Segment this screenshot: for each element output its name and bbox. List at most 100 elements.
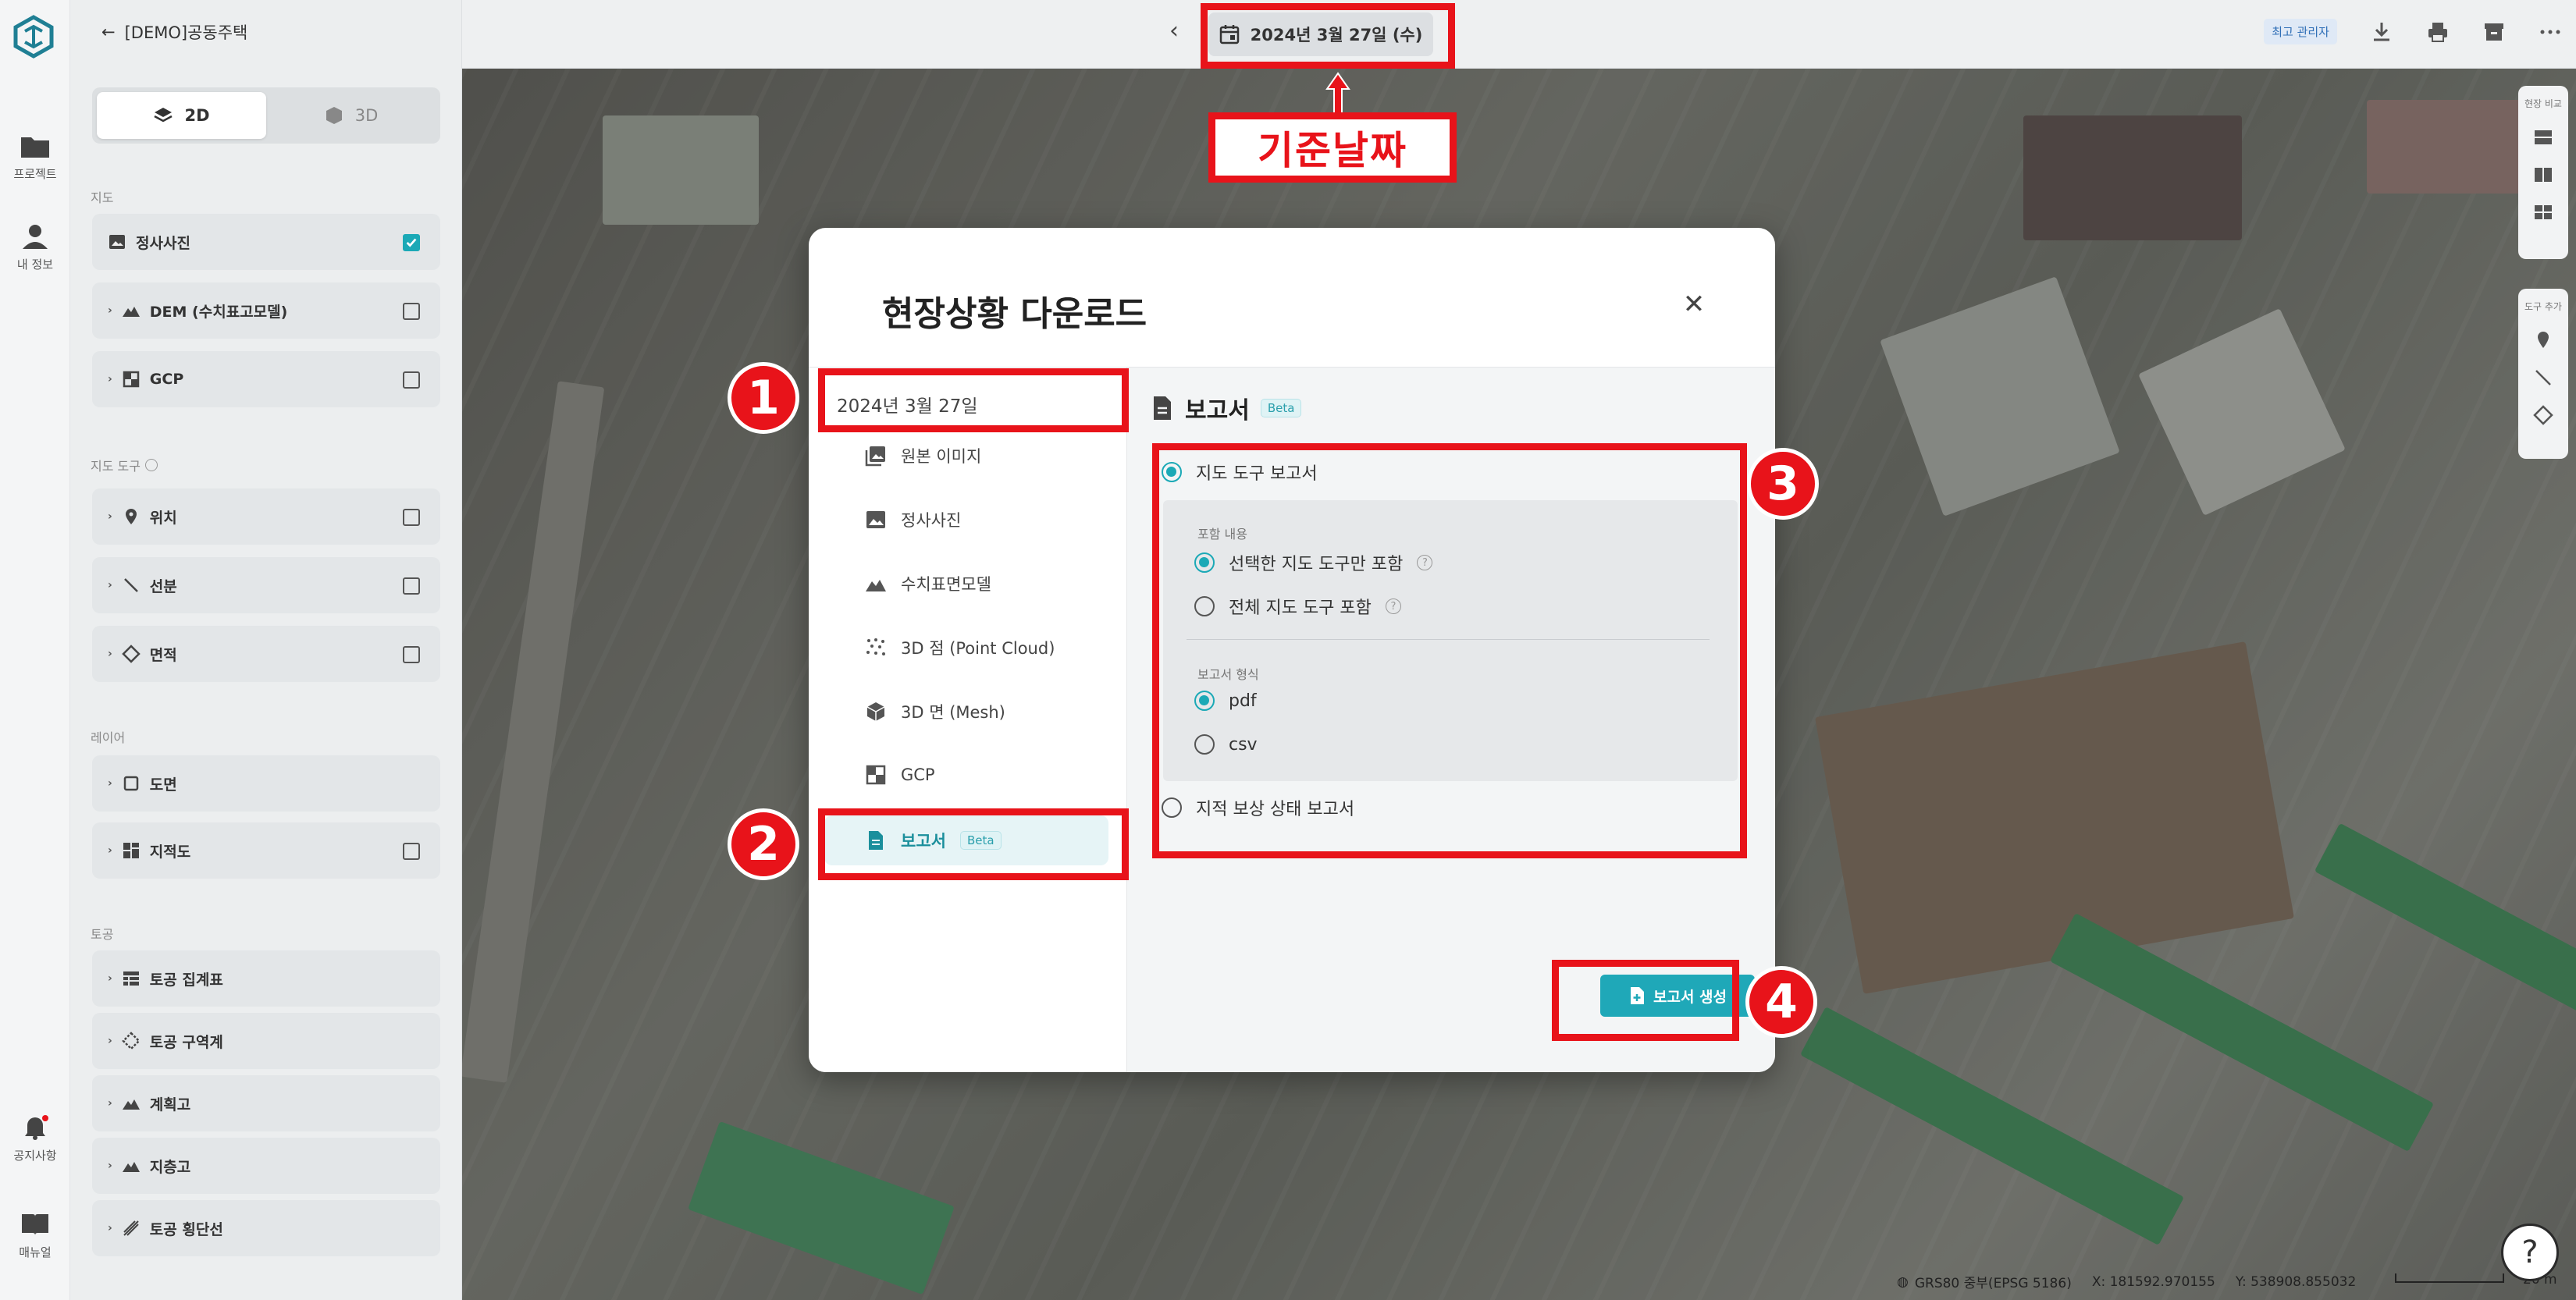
layer-row-ortho[interactable]: 정사사진 [92, 214, 440, 270]
bell-icon [25, 1115, 48, 1140]
zone-icon [122, 1032, 141, 1050]
earth-section-title: 토공 [91, 927, 114, 942]
chevron-left-icon: ‹ [1169, 17, 1179, 44]
tool-checkbox-line[interactable] [403, 577, 420, 595]
menu-item-original-images[interactable]: 원본 이미지 [865, 444, 981, 467]
rail-my-info[interactable]: 내 정보 [0, 223, 70, 272]
pin-icon[interactable] [2533, 330, 2553, 350]
menu-label-point-cloud: 3D 점 (Point Cloud) [901, 639, 1055, 658]
chevron-right-icon[interactable]: › [108, 1035, 112, 1047]
tool-label-area: 면적 [149, 646, 177, 664]
table-icon [123, 971, 139, 986]
chevron-right-icon[interactable]: › [108, 304, 112, 317]
earth-label-plan-height: 계획고 [149, 1096, 191, 1114]
earth-row-summary[interactable]: › 토공 집계표 [92, 950, 440, 1007]
polygon-icon [122, 645, 141, 663]
annotation-box-1 [818, 368, 1129, 432]
menu-item-gcp[interactable]: GCP [865, 764, 935, 786]
archive-icon[interactable] [2482, 20, 2506, 44]
view-2d-button[interactable]: 2D [97, 92, 266, 139]
layer-checkbox-dem[interactable] [403, 303, 420, 320]
layer-panel: ← [DEMO]공동주택 2D 3D 지도 정사사진 › DEM (수치표고모델… [70, 0, 462, 1300]
chevron-right-icon[interactable]: › [108, 1160, 112, 1172]
prev-date-button[interactable]: ‹ [1169, 17, 1179, 44]
layer-checkbox-gcp[interactable] [403, 371, 420, 389]
layer-row-gcp[interactable]: › GCP [92, 351, 440, 407]
tool-checkbox-area[interactable] [403, 646, 420, 663]
rail-manual[interactable]: 매뉴얼 [0, 1211, 70, 1260]
chevron-right-icon[interactable]: › [108, 1222, 112, 1234]
menu-item-mesh[interactable]: 3D 면 (Mesh) [865, 700, 1005, 723]
split-horizontal-icon[interactable] [2533, 127, 2553, 147]
annotation-box-date [1201, 3, 1455, 69]
tool-row-location[interactable]: › 위치 [92, 488, 440, 545]
layers-icon [154, 108, 173, 123]
chevron-right-icon[interactable]: › [108, 844, 112, 857]
rail-project[interactable]: 프로젝트 [0, 133, 70, 182]
terrain-icon [866, 580, 886, 591]
layer-checkbox-cadastral[interactable] [403, 843, 420, 860]
help-icon[interactable] [144, 459, 158, 471]
view-3d-button[interactable]: 3D [266, 92, 436, 139]
crs-label: GRS80 중부(EPSG 5186) [1914, 1276, 2072, 1291]
menu-item-ortho[interactable]: 정사사진 [865, 508, 961, 531]
terrain-icon [122, 1162, 140, 1172]
chevron-right-icon[interactable]: › [108, 777, 112, 790]
image-icon [866, 511, 885, 528]
tool-row-area[interactable]: › 면적 [92, 626, 440, 682]
app-rail: 프로젝트 내 정보 공지사항 매뉴얼 [0, 0, 70, 1300]
menu-item-dsm[interactable]: 수치표면모델 [865, 572, 991, 595]
layer-row-cadastral[interactable]: › 지적도 [92, 822, 440, 879]
tool-row-line[interactable]: › 선분 [92, 557, 440, 613]
annotation-number-4: 4 [1745, 966, 1817, 1038]
chevron-right-icon[interactable]: › [108, 579, 112, 591]
gcp-icon [123, 371, 140, 388]
layer-checkbox-ortho[interactable] [403, 234, 420, 251]
chevron-right-icon[interactable]: › [108, 972, 112, 985]
top-bar: ‹ 2024년 3월 27일 (수) 최고 관리자 [462, 0, 2576, 69]
download-icon[interactable] [2370, 20, 2393, 44]
crs-selector[interactable]: ◍ GRS80 중부(EPSG 5186) [1897, 1272, 2072, 1292]
grid-view-icon[interactable] [2533, 202, 2553, 222]
pin-icon [125, 509, 137, 524]
earth-row-strata[interactable]: › 지층고 [92, 1138, 440, 1194]
rail-my-info-label: 내 정보 [16, 258, 54, 272]
line-icon[interactable] [2533, 368, 2553, 388]
layer-row-dem[interactable]: › DEM (수치표고모델) [92, 282, 440, 339]
project-title: [DEMO]공동주택 [124, 23, 248, 42]
annotation-number-2: 2 [728, 808, 799, 880]
chevron-right-icon[interactable]: › [108, 648, 112, 660]
rail-notice[interactable]: 공지사항 [0, 1114, 70, 1163]
project-back-link[interactable]: ← [DEMO]공동주택 [101, 20, 247, 44]
earth-row-plan-height[interactable]: › 계획고 [92, 1075, 440, 1131]
split-vertical-icon[interactable] [2533, 165, 2553, 185]
earth-label-zone: 토공 구역계 [149, 1033, 223, 1051]
cross-section-icon [123, 1220, 139, 1236]
print-icon[interactable] [2426, 20, 2450, 44]
tool-checkbox-location[interactable] [403, 509, 420, 526]
tool-label-line: 선분 [149, 577, 177, 595]
view-mode-toggle: 2D 3D [92, 87, 440, 144]
chevron-right-icon[interactable]: › [108, 373, 112, 385]
app-logo-icon[interactable] [11, 14, 56, 59]
report-section-title: 보고서 [1185, 397, 1250, 424]
earth-row-cross-section[interactable]: › 토공 횡단선 [92, 1200, 440, 1256]
earth-row-zone[interactable]: › 토공 구역계 [92, 1013, 440, 1069]
menu-item-point-cloud[interactable]: 3D 점 (Point Cloud) [865, 636, 1055, 659]
polygon-icon[interactable] [2533, 405, 2553, 425]
rail-notice-label: 공지사항 [13, 1149, 57, 1163]
menu-label-ortho: 정사사진 [901, 511, 962, 530]
add-tool-label: 도구 추가 [2524, 301, 2562, 312]
more-icon[interactable] [2539, 20, 2562, 44]
download-category-menu: 2024년 3월 27일 원본 이미지 정사사진 수치표면모델 3D 점 (Po… [809, 368, 1127, 1072]
menu-label-mesh: 3D 면 (Mesh) [901, 703, 1005, 722]
layer-label-dem: DEM (수치표고모델) [149, 303, 288, 321]
cube-icon [866, 702, 885, 721]
layer-label-gcp: GCP [149, 371, 184, 388]
chevron-right-icon[interactable]: › [108, 510, 112, 523]
beta-badge: Beta [1260, 399, 1302, 417]
chevron-right-icon[interactable]: › [108, 1097, 112, 1110]
help-button[interactable]: ? [2501, 1224, 2559, 1281]
close-icon[interactable]: ✕ [1680, 289, 1708, 320]
layer-row-drawing[interactable]: › 도면 [92, 755, 440, 812]
